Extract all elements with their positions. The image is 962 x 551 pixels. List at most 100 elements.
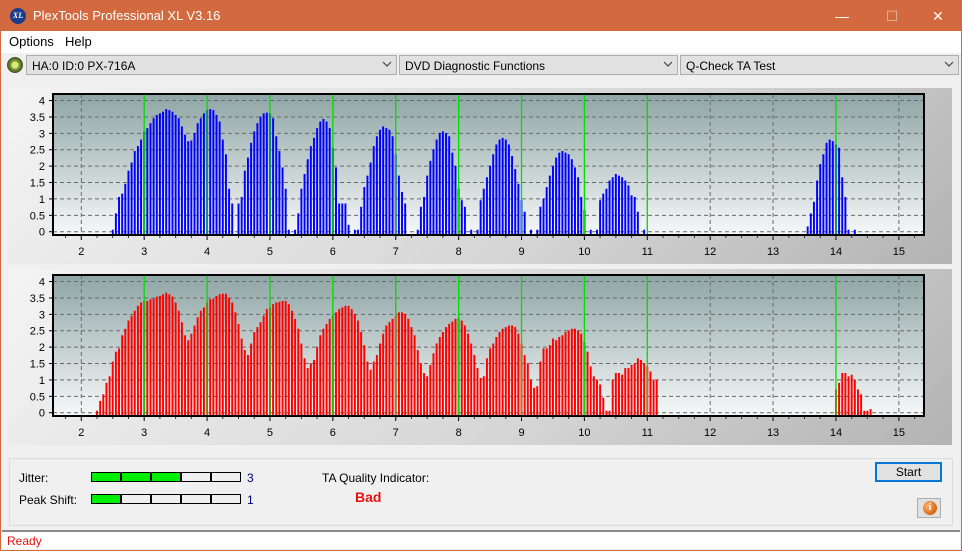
data-bar bbox=[303, 358, 306, 416]
data-bar bbox=[253, 332, 256, 416]
data-bar bbox=[555, 157, 558, 235]
data-bar bbox=[385, 128, 388, 235]
data-bar bbox=[567, 330, 570, 416]
data-bar bbox=[146, 300, 149, 416]
menu-help[interactable]: Help bbox=[65, 34, 92, 49]
data-bar bbox=[624, 180, 627, 235]
x-tick-label: 3 bbox=[141, 427, 147, 439]
data-bar bbox=[155, 114, 158, 235]
data-bar bbox=[482, 188, 485, 235]
data-bar bbox=[561, 151, 564, 235]
jitter-meter-segment bbox=[211, 472, 241, 482]
drive-select[interactable]: HA:0 ID:0 PX-716A bbox=[26, 55, 397, 75]
info-button[interactable]: i bbox=[917, 498, 941, 518]
data-bar bbox=[152, 118, 155, 235]
y-tick-label: 2.5 bbox=[30, 326, 45, 338]
data-bar bbox=[523, 211, 526, 235]
data-bar bbox=[309, 363, 312, 416]
data-bar bbox=[140, 139, 143, 235]
data-bar bbox=[404, 313, 407, 416]
data-bar bbox=[492, 343, 495, 416]
data-bar bbox=[580, 196, 583, 235]
data-bar bbox=[259, 116, 262, 235]
menu-options[interactable]: Options bbox=[9, 34, 54, 49]
data-bar bbox=[165, 109, 168, 235]
data-bar bbox=[504, 327, 507, 416]
data-bar bbox=[828, 139, 831, 235]
x-tick-label: 6 bbox=[330, 427, 336, 439]
chevron-down-icon bbox=[663, 61, 673, 67]
data-bar bbox=[228, 297, 231, 416]
drive-select-value: HA:0 ID:0 PX-716A bbox=[32, 59, 136, 73]
data-bar bbox=[586, 351, 589, 416]
data-bar bbox=[485, 177, 488, 235]
chevron-down-icon bbox=[944, 61, 954, 67]
data-bar bbox=[624, 368, 627, 416]
data-bar bbox=[171, 296, 174, 416]
data-bar bbox=[655, 379, 658, 416]
data-bar bbox=[202, 307, 205, 416]
data-bar bbox=[841, 177, 844, 235]
x-tick-label: 10 bbox=[578, 427, 590, 439]
data-bar bbox=[838, 147, 841, 235]
data-bar bbox=[489, 165, 492, 235]
y-tick-label: 2.5 bbox=[30, 145, 45, 157]
y-tick-label: 2 bbox=[39, 342, 45, 354]
data-bar bbox=[545, 187, 548, 235]
data-bar bbox=[313, 137, 315, 235]
data-bar bbox=[630, 195, 633, 235]
close-button[interactable]: ✕ bbox=[915, 1, 961, 31]
data-bar bbox=[618, 373, 620, 416]
results-group bbox=[9, 458, 953, 526]
data-bar bbox=[341, 203, 344, 235]
data-bar bbox=[199, 310, 202, 416]
data-bar bbox=[592, 376, 595, 416]
data-bar bbox=[856, 389, 859, 416]
data-bar bbox=[636, 358, 639, 416]
x-tick-label: 5 bbox=[267, 246, 273, 258]
data-bar bbox=[495, 336, 498, 416]
data-bar bbox=[501, 137, 504, 235]
data-bar bbox=[284, 300, 287, 416]
peak-shift-label: Peak Shift: bbox=[19, 493, 78, 507]
maximize-button[interactable]: ☐ bbox=[869, 1, 915, 31]
data-bar bbox=[240, 338, 243, 416]
function-select[interactable]: DVD Diagnostic Functions bbox=[399, 55, 678, 75]
data-bar bbox=[140, 302, 143, 416]
data-bar bbox=[199, 118, 202, 235]
data-bar bbox=[438, 336, 441, 416]
data-bar bbox=[460, 200, 463, 235]
data-bar bbox=[621, 177, 624, 235]
peak-shift-meter-segment bbox=[151, 494, 181, 504]
app-window: XL PlexTools Professional XL V3.16 — ☐ ✕… bbox=[0, 0, 962, 551]
data-bar bbox=[262, 315, 265, 416]
data-bar bbox=[272, 118, 275, 235]
data-bar bbox=[341, 307, 344, 416]
minimize-button[interactable]: — bbox=[819, 1, 865, 31]
data-bar bbox=[558, 336, 561, 416]
data-bar bbox=[379, 343, 381, 416]
chart-bottom: 0 0.5 1 1.5 2 2.5 3 3.5 4 2 3 4 5 6 7 8 9 10 11 12 13 14 15 bbox=[30, 274, 925, 439]
data-bar bbox=[237, 323, 240, 416]
data-bar bbox=[627, 185, 630, 235]
data-bar bbox=[209, 109, 212, 235]
window-title: PlexTools Professional XL V3.16 bbox=[33, 8, 221, 23]
data-bar bbox=[124, 183, 127, 235]
data-bar bbox=[196, 317, 199, 416]
data-bar bbox=[300, 188, 303, 235]
x-tick-label: 11 bbox=[642, 427, 653, 439]
title-bar: XL PlexTools Professional XL V3.16 — ☐ ✕ bbox=[1, 1, 961, 31]
data-bar bbox=[174, 114, 177, 235]
data-bar bbox=[124, 328, 127, 416]
y-tick-label: 1 bbox=[39, 194, 45, 206]
data-bar bbox=[325, 323, 328, 416]
data-bar bbox=[149, 299, 152, 416]
data-bar bbox=[105, 382, 108, 416]
test-select[interactable]: Q-Check TA Test bbox=[680, 55, 959, 75]
start-button[interactable]: Start bbox=[875, 462, 942, 482]
status-bar: Ready bbox=[2, 530, 960, 549]
data-bar bbox=[243, 170, 246, 235]
data-bar bbox=[366, 361, 369, 416]
y-tick-label: 4 bbox=[39, 96, 45, 108]
data-bar bbox=[542, 198, 545, 235]
